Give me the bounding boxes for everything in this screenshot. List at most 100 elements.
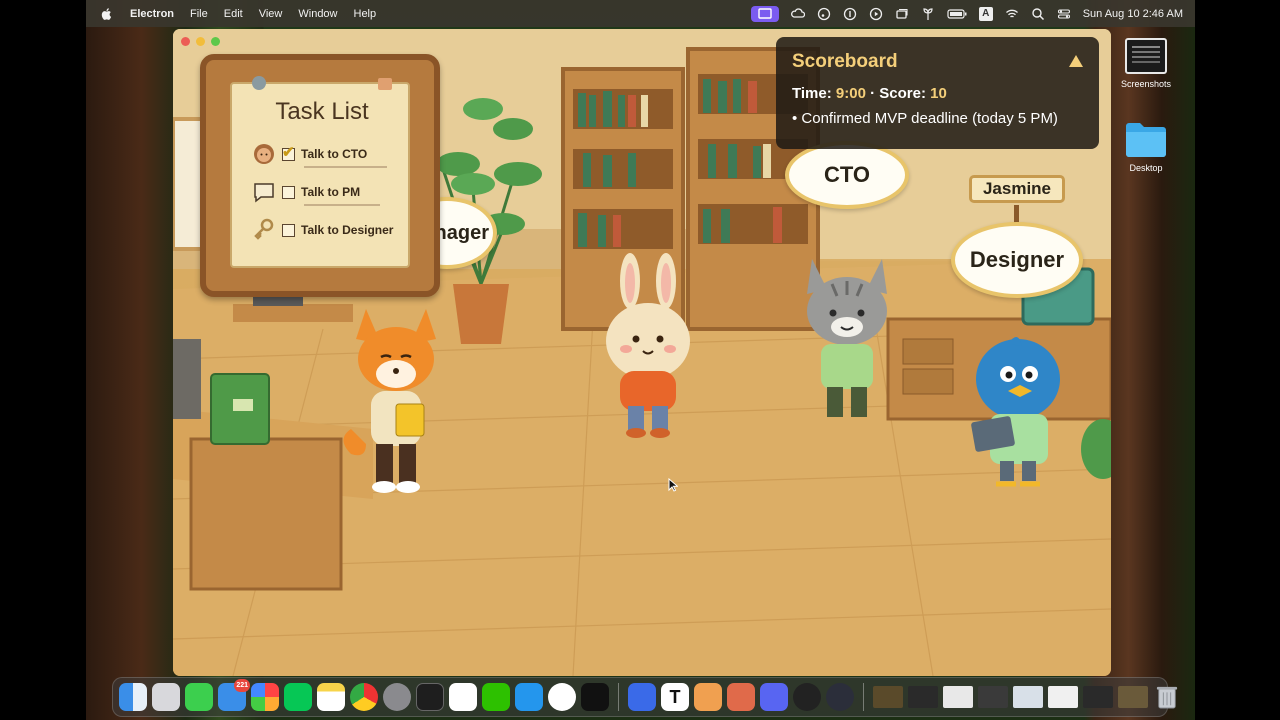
- minimized-window-thumbnail[interactable]: [1118, 686, 1148, 708]
- desktop-item-desktop[interactable]: Desktop: [1106, 120, 1186, 173]
- task-list-paper: Task List Talk to CTO: [230, 76, 410, 268]
- task-checkbox-pm[interactable]: [282, 185, 295, 199]
- scoreboard-panel: Scoreboard Time: 9:00 · Score: 10 • Conf…: [776, 37, 1099, 149]
- typora-icon[interactable]: T: [661, 683, 689, 711]
- menu-app-name[interactable]: Electron: [130, 8, 174, 20]
- trash-icon[interactable]: [1153, 683, 1181, 711]
- task-item-designer[interactable]: Talk to Designer: [252, 218, 393, 242]
- music-icon[interactable]: [817, 7, 831, 21]
- minimized-window-thumbnail[interactable]: [873, 686, 903, 708]
- electron-app-window: nager CTO Jasmine Designer Task List Tal…: [173, 29, 1111, 676]
- slack-icon[interactable]: [449, 683, 477, 711]
- desktop-item-screenshots[interactable]: Screenshots: [1106, 38, 1186, 89]
- dock-separator: [863, 683, 864, 711]
- nametag-jasmine: Jasmine: [969, 175, 1065, 203]
- task-item-cto[interactable]: Talk to CTO: [252, 142, 388, 168]
- zoom-window-button[interactable]: [211, 37, 220, 46]
- claude-icon[interactable]: [727, 683, 755, 711]
- mail-icon[interactable]: 221: [218, 679, 250, 711]
- divider: [304, 166, 388, 168]
- cloud-sync-icon[interactable]: [790, 7, 805, 21]
- text-input-icon[interactable]: A: [978, 6, 993, 21]
- docker-icon[interactable]: [515, 683, 543, 711]
- dock-separator: [618, 683, 619, 711]
- pin-icon: [252, 76, 266, 90]
- tape-icon: [378, 78, 392, 90]
- task-list-board: Task List Talk to CTO: [200, 54, 440, 297]
- collapse-triangle-icon[interactable]: [1069, 55, 1083, 67]
- minimized-window-thumbnail[interactable]: [1048, 686, 1078, 708]
- system-settings-icon[interactable]: [383, 683, 411, 711]
- chat-bubble-icon: [252, 180, 276, 204]
- discord-icon[interactable]: [760, 683, 788, 711]
- bunny-character[interactable]: [598, 251, 698, 441]
- minimized-window-thumbnail[interactable]: [1083, 686, 1113, 708]
- task-item-pm[interactable]: Talk to PM: [252, 180, 381, 206]
- cat-character[interactable]: [797, 249, 897, 429]
- scoreboard-title: Scoreboard: [792, 51, 898, 72]
- task-checkbox-cto[interactable]: [282, 143, 295, 161]
- menu-bar-clock[interactable]: Sun Aug 10 2:46 AM: [1083, 8, 1183, 20]
- openai-app-icon[interactable]: [793, 683, 821, 711]
- chatgpt-icon[interactable]: [548, 683, 576, 711]
- dock: 221 T: [112, 677, 1178, 717]
- minimize-window-button[interactable]: [196, 37, 205, 46]
- window-controls: [181, 37, 220, 46]
- stats-separator: ·: [870, 85, 876, 102]
- time-label: Time:: [792, 85, 832, 102]
- time-value: 9:00: [835, 85, 866, 102]
- task-label-designer: Talk to Designer: [301, 223, 394, 237]
- menu-window[interactable]: Window: [298, 8, 337, 20]
- electron-icon[interactable]: [826, 683, 854, 711]
- menu-help[interactable]: Help: [354, 8, 377, 20]
- status-area: A Sun Aug 10 2:46 AM: [750, 0, 1183, 27]
- folder-icon: [1124, 120, 1168, 158]
- control-center-icon[interactable]: [1057, 7, 1071, 21]
- close-window-button[interactable]: [181, 37, 190, 46]
- task-checkbox-designer[interactable]: [282, 223, 295, 237]
- notes-icon[interactable]: [317, 683, 345, 711]
- desktop-item-label: Screenshots: [1120, 79, 1172, 89]
- minimized-window-thumbnail[interactable]: [908, 686, 938, 708]
- screen-share-icon[interactable]: [750, 5, 779, 22]
- screen-app-icon[interactable]: [628, 683, 656, 711]
- info-icon[interactable]: [843, 7, 857, 21]
- menu-edit[interactable]: Edit: [224, 8, 243, 20]
- menu-view[interactable]: View: [259, 8, 283, 20]
- game-scene[interactable]: nager CTO Jasmine Designer Task List Tal…: [173, 29, 1111, 676]
- people-app-icon[interactable]: [694, 683, 722, 711]
- battery-icon[interactable]: [947, 7, 967, 21]
- speech-bubble-cto[interactable]: CTO: [785, 141, 909, 209]
- score-value: 10: [930, 85, 947, 102]
- wifi-icon[interactable]: [1005, 7, 1019, 21]
- terminal-icon[interactable]: [416, 683, 444, 711]
- minimized-window-thumbnail[interactable]: [978, 686, 1008, 708]
- bird-character[interactable]: [968, 329, 1068, 499]
- score-label: Score:: [879, 85, 926, 102]
- spotlight-search-icon[interactable]: [1031, 7, 1045, 21]
- menu-file[interactable]: File: [190, 8, 208, 20]
- menu-bar: Electron File Edit View Window Help A Su…: [86, 0, 1195, 27]
- launchpad-icon[interactable]: [152, 683, 180, 711]
- person-avatar-icon: [252, 142, 276, 166]
- divider: [304, 204, 381, 206]
- apple-icon[interactable]: [100, 7, 114, 21]
- messages-icon[interactable]: [185, 683, 213, 711]
- wechat-icon[interactable]: [482, 683, 510, 711]
- desktop-item-label: Desktop: [1129, 163, 1163, 173]
- chrome-icon[interactable]: [350, 683, 378, 711]
- minimized-window-thumbnail[interactable]: [1013, 686, 1043, 708]
- mouse-cursor-icon: [668, 478, 678, 492]
- plant-icon[interactable]: [921, 7, 935, 21]
- screen: Electron File Edit View Window Help A Su…: [0, 0, 1280, 720]
- finder-icon[interactable]: [119, 683, 147, 711]
- minimized-window-thumbnail[interactable]: [943, 686, 973, 708]
- line-icon[interactable]: [284, 683, 312, 711]
- fox-character[interactable]: [341, 299, 451, 499]
- speech-bubble-designer[interactable]: Designer: [951, 222, 1083, 298]
- photos-icon[interactable]: [251, 683, 279, 711]
- play-icon[interactable]: [869, 7, 883, 21]
- key-icon: [252, 218, 276, 242]
- windows-icon[interactable]: [895, 7, 909, 21]
- cube-app-icon[interactable]: [581, 683, 609, 711]
